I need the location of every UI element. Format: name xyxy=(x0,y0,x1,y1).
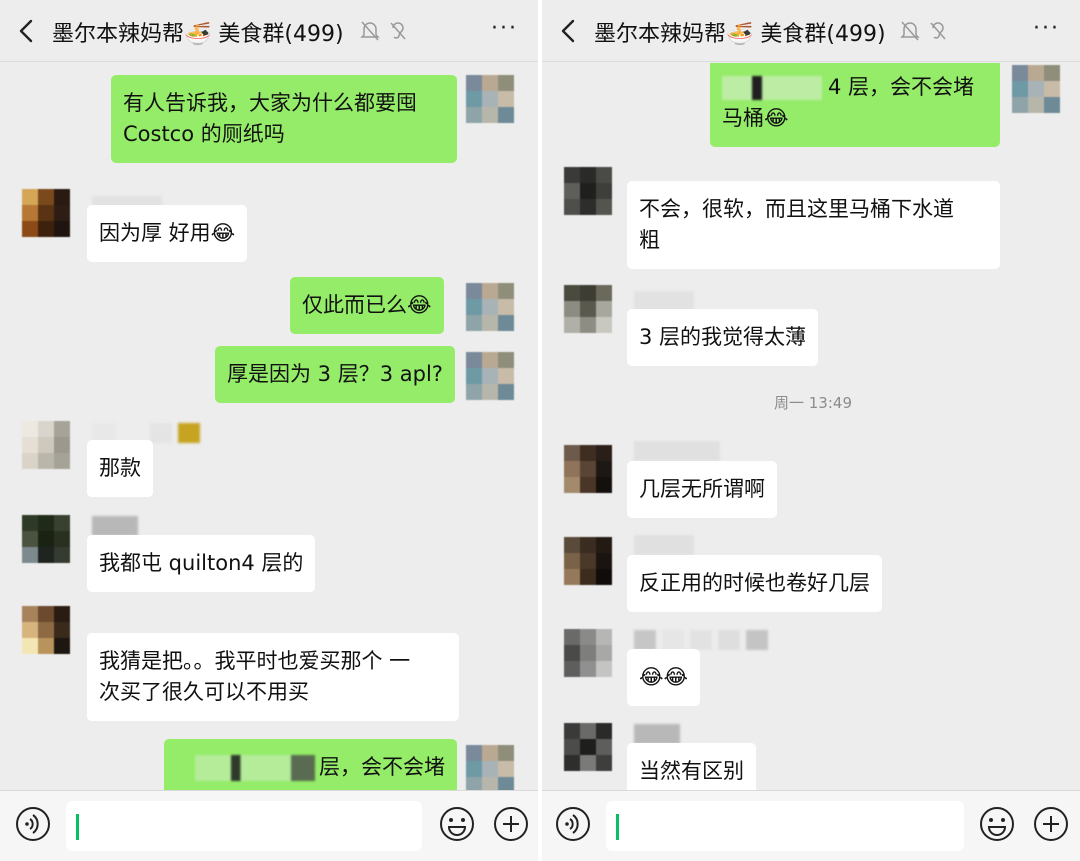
member-avatar[interactable] xyxy=(22,606,70,654)
timestamp: 周一 13:49 xyxy=(774,394,852,412)
message-list: 4 层，会不会堵 马桶😂 不会，很软，而且这里马桶下水道 粗 3 层的我觉得太薄… xyxy=(542,63,1080,790)
message-text: 😂😂 xyxy=(639,665,689,689)
message-text: 因为厚 好用😂 xyxy=(99,221,236,245)
back-arrow-icon[interactable] xyxy=(16,18,38,44)
chat-screen-left: 墨尔本辣妈帮🍜 美食群(499) ··· 有人告诉我，大家为什么都要囤 Cost… xyxy=(0,0,538,861)
message-text: 反正用的时候也卷好几层 xyxy=(639,571,870,595)
message-text: 马桶😂 xyxy=(722,106,789,130)
chat-title[interactable]: 墨尔本辣妈帮🍜 美食群(499) xyxy=(594,16,886,48)
ear-icon xyxy=(930,22,946,40)
message-text: Costco 的厕纸吗 xyxy=(123,122,285,146)
member-avatar[interactable] xyxy=(564,629,612,677)
plus-icon[interactable] xyxy=(492,805,530,843)
voice-icon[interactable] xyxy=(14,805,52,843)
message-text: 仅此而已么😂 xyxy=(302,293,432,317)
chat-header: 墨尔本辣妈帮🍜 美食群(499) ··· xyxy=(0,0,538,62)
member-avatar[interactable] xyxy=(564,445,612,493)
message-list: 有人告诉我，大家为什么都要囤 Costco 的厕纸吗 因为厚 好用😂 仅此而已么… xyxy=(0,63,538,790)
voice-icon[interactable] xyxy=(554,805,592,843)
my-avatar[interactable] xyxy=(466,283,514,331)
member-avatar[interactable] xyxy=(22,189,70,237)
message-bubble[interactable]: 4 层，会不会堵 马桶😂 xyxy=(710,63,1000,147)
input-bar xyxy=(0,790,538,861)
sender-name-redacted xyxy=(92,516,138,536)
message-bubble[interactable]: 几层无所谓啊 xyxy=(627,461,777,518)
message-bubble[interactable]: 层，会不会堵 xyxy=(164,739,457,790)
member-avatar[interactable] xyxy=(22,421,70,469)
member-avatar[interactable] xyxy=(564,723,612,771)
input-bar xyxy=(542,790,1080,861)
message-text: 我都屯 quilton4 层的 xyxy=(99,551,304,575)
member-avatar[interactable] xyxy=(564,167,612,215)
sender-name-redacted xyxy=(634,630,768,650)
back-arrow-icon[interactable] xyxy=(558,18,580,44)
member-avatar[interactable] xyxy=(564,285,612,333)
emoji-icon[interactable] xyxy=(978,805,1016,843)
chat-screen-right: 墨尔本辣妈帮🍜 美食群(499) ··· 4 层，会不会堵 马桶😂 不会，很软，… xyxy=(542,0,1080,861)
message-text: 厚是因为 3 层？3 apl? xyxy=(227,362,443,386)
message-text: 当然有区别 xyxy=(639,759,744,783)
text-caret xyxy=(616,814,619,840)
message-bubble[interactable]: 😂😂 xyxy=(627,649,701,706)
sender-name-redacted xyxy=(634,441,720,461)
message-bubble[interactable]: 我猜是把。。我平时也爱买那个 一 次买了很久可以不用买 xyxy=(87,633,459,721)
message-bubble[interactable]: 有人告诉我，大家为什么都要囤 Costco 的厕纸吗 xyxy=(111,75,457,163)
message-input[interactable] xyxy=(66,801,422,851)
mute-bell-icon xyxy=(360,21,380,41)
message-bubble[interactable]: 那款 xyxy=(87,440,153,497)
my-avatar[interactable] xyxy=(466,352,514,400)
ear-icon xyxy=(390,22,406,40)
message-bubble[interactable]: 仅此而已么😂 xyxy=(290,277,444,334)
member-avatar[interactable] xyxy=(564,537,612,585)
text-caret xyxy=(76,814,79,840)
message-text: 那款 xyxy=(99,456,141,480)
message-bubble[interactable]: 反正用的时候也卷好几层 xyxy=(627,555,882,612)
redacted-text xyxy=(195,755,315,781)
chat-title[interactable]: 墨尔本辣妈帮🍜 美食群(499) xyxy=(52,16,344,48)
message-bubble[interactable]: 我都屯 quilton4 层的 xyxy=(87,535,316,592)
my-avatar[interactable] xyxy=(1012,65,1060,113)
message-bubble[interactable]: 因为厚 好用😂 xyxy=(87,205,248,262)
message-text: 几层无所谓啊 xyxy=(639,477,765,501)
message-bubble[interactable]: 当然有区别 xyxy=(627,743,756,790)
message-line: 4 层，会不会堵 xyxy=(722,72,988,103)
message-text: 不会，很软，而且这里马桶下水道 xyxy=(639,197,954,221)
more-icon[interactable]: ··· xyxy=(1033,16,1060,41)
member-avatar[interactable] xyxy=(22,515,70,563)
sender-name-redacted xyxy=(634,291,694,311)
message-input[interactable] xyxy=(606,801,964,851)
message-text: 3 层的我觉得太薄 xyxy=(639,325,807,349)
message-bubble[interactable]: 3 层的我觉得太薄 xyxy=(627,309,819,366)
message-text: 粗 xyxy=(639,228,660,252)
message-text: 有人告诉我，大家为什么都要囤 xyxy=(123,91,417,115)
my-avatar[interactable] xyxy=(466,75,514,123)
message-text: 我猜是把。。我平时也爱买那个 一 xyxy=(99,649,411,673)
message-bubble[interactable]: 厚是因为 3 层？3 apl? xyxy=(215,346,455,403)
my-avatar[interactable] xyxy=(466,745,514,790)
message-text: 次买了很久可以不用买 xyxy=(99,680,309,704)
message-text: 4 层，会不会堵 xyxy=(828,75,975,99)
plus-icon[interactable] xyxy=(1032,805,1070,843)
sender-name-redacted xyxy=(634,724,680,744)
chat-header: 墨尔本辣妈帮🍜 美食群(499) ··· xyxy=(542,0,1080,62)
more-icon[interactable]: ··· xyxy=(491,16,518,41)
sender-name-redacted xyxy=(634,535,694,555)
mute-bell-icon xyxy=(900,21,920,41)
message-text: 层，会不会堵 xyxy=(319,755,445,779)
redacted-text xyxy=(722,76,822,100)
emoji-icon[interactable] xyxy=(438,805,476,843)
message-bubble[interactable]: 不会，很软，而且这里马桶下水道 粗 xyxy=(627,181,1000,269)
